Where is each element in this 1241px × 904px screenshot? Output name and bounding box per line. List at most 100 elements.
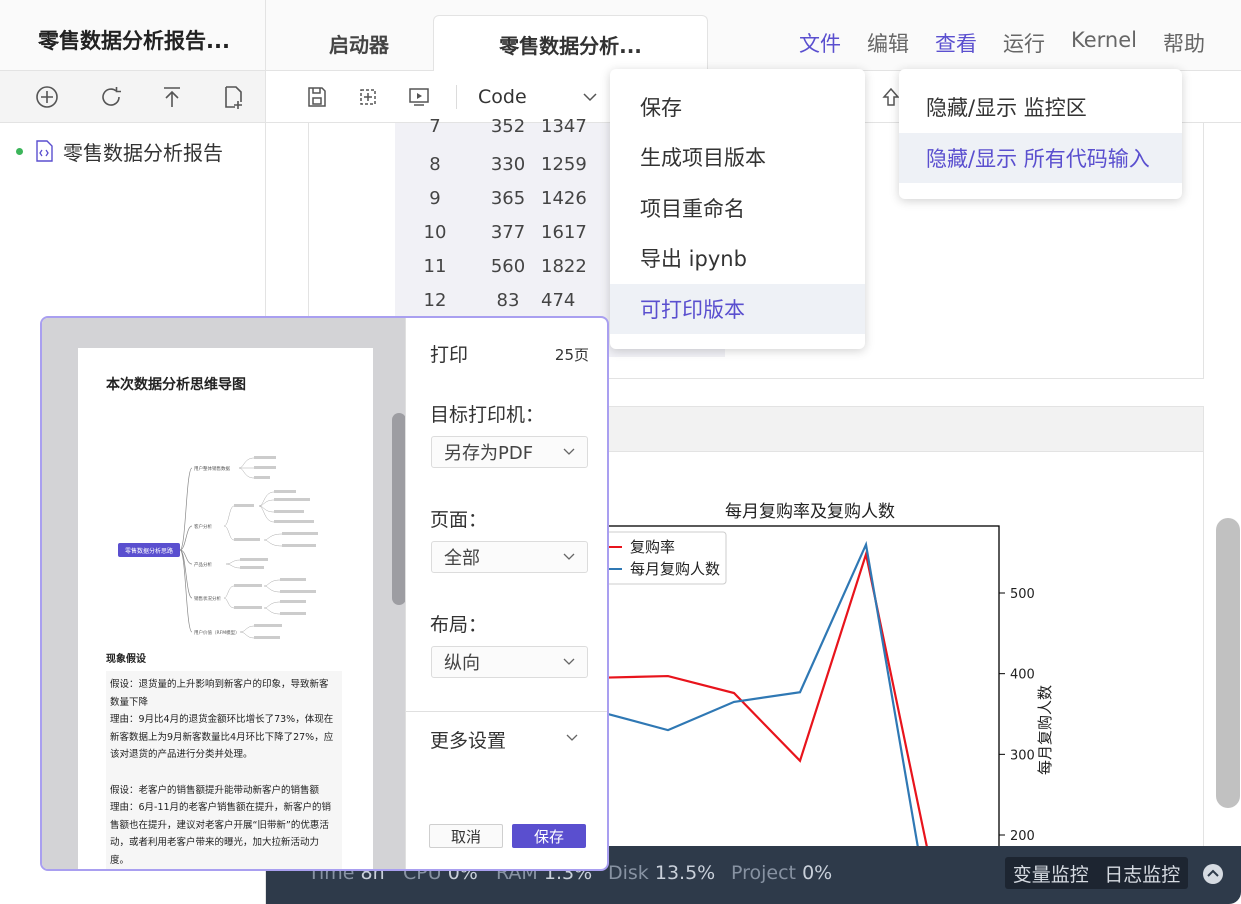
row-index: 11: [423, 256, 447, 277]
printer-value: 另存为PDF: [444, 443, 534, 464]
preview-paragraph: 假设：退货量的上升影响到新客户的印象，导致新客数量下降: [110, 679, 329, 708]
tab-bar: 启动器 零售数据分析... 文件 编辑 查看 运行 Kernel 帮助: [266, 0, 1241, 72]
notebook-file-icon: [36, 140, 53, 162]
save-button[interactable]: 保存: [512, 824, 586, 848]
y-tick-label: 500: [1010, 587, 1035, 602]
menu-view[interactable]: 查看: [935, 28, 977, 58]
upload-icon[interactable]: [158, 83, 186, 111]
print-dialog: 本次数据分析思维导图 零售数据分析思路 用户整体销售数据 客户分析 产品分析 销…: [40, 316, 609, 871]
variable-monitor-button[interactable]: 变量监控: [1013, 860, 1089, 887]
new-file-icon[interactable]: [219, 83, 247, 111]
cell-value: 352: [490, 116, 526, 137]
chevron-down-icon[interactable]: [566, 734, 578, 742]
mind-map: 零售数据分析思路 用户整体销售数据 客户分析 产品分析 销售状况分析 用户价值（…: [118, 456, 318, 639]
toolbar-separator: [456, 85, 457, 109]
menu-kernel[interactable]: Kernel: [1071, 28, 1137, 58]
cell-value: 1426: [541, 188, 587, 209]
cell-value: 1347: [541, 116, 587, 137]
view-menu: 隐藏/显示 监控区 隐藏/显示 所有代码输入: [899, 69, 1182, 199]
cell-value: 330: [490, 154, 526, 175]
printer-label: 目标打印机：: [430, 404, 545, 426]
disk-stat: Disk 13.5%: [608, 862, 716, 884]
table-row: 10 377 1617: [395, 222, 601, 256]
menu-item-printable[interactable]: 可打印版本: [610, 284, 865, 334]
menu-item-toggle-code[interactable]: 隐藏/显示 所有代码输入: [899, 133, 1182, 183]
cancel-button[interactable]: 取消: [429, 824, 503, 848]
preview-paragraph: 理由：6月-11月的老客户销售额在提升，新客户的销售额也在提升，建议对老客户开展…: [110, 802, 332, 866]
add-circle-icon[interactable]: [33, 83, 61, 111]
running-status-dot: [16, 147, 23, 155]
menu-item-save[interactable]: 保存: [610, 82, 865, 132]
save-icon[interactable]: [305, 85, 329, 109]
mind-map-branch: 用户价值（RFM模型）: [194, 629, 240, 636]
tab-launcher[interactable]: 启动器: [284, 15, 434, 72]
mind-map-branch: 客户分析: [194, 523, 212, 530]
y-tick-label: 400: [1010, 668, 1035, 683]
log-monitor-button[interactable]: 日志监控: [1104, 860, 1180, 887]
pages-select[interactable]: 全部: [431, 541, 588, 573]
row-index: 10: [423, 222, 447, 243]
print-preview: 本次数据分析思维导图 零售数据分析思路 用户整体销售数据 客户分析 产品分析 销…: [42, 318, 406, 869]
add-cell-icon[interactable]: [356, 85, 380, 109]
chevron-down-icon: [563, 658, 575, 665]
cell-value: 560: [490, 256, 526, 277]
printer-select[interactable]: 另存为PDF: [431, 436, 588, 468]
menu-file[interactable]: 文件: [799, 28, 841, 58]
chart-title: 每月复购率及复购人数: [725, 502, 895, 522]
y-tick-label: 300: [1010, 748, 1035, 763]
preview-title: 本次数据分析思维导图: [106, 377, 246, 393]
mind-map-branch: 产品分析: [194, 561, 212, 568]
file-tree-item[interactable]: 零售数据分析报告: [16, 137, 223, 165]
cell-type-value: Code: [478, 86, 527, 108]
menu-item-rename[interactable]: 项目重命名: [610, 183, 865, 233]
file-menu: 保存 生成项目版本 项目重命名 导出 ipynb 可打印版本: [610, 69, 865, 349]
pages-label: 页面：: [430, 509, 488, 531]
table-row: 11 560 1822: [395, 256, 601, 290]
settings-divider: [406, 711, 607, 712]
preview-paragraph: 假设：老客户的销售额提升能带动新客户的销售额: [110, 785, 320, 796]
y-axis-label: 每月复购人数: [1036, 685, 1054, 775]
print-title: 打印: [430, 344, 469, 366]
mind-map-branch: 销售状况分析: [194, 595, 221, 602]
menu-edit[interactable]: 编辑: [867, 28, 909, 58]
refresh-icon[interactable]: [97, 83, 125, 111]
file-name: 零售数据分析报告: [63, 140, 223, 165]
file-toolbar: [0, 71, 266, 123]
legend-label-count: 每月复购人数: [630, 560, 720, 578]
project-title: 零售数据分析报告...: [38, 29, 230, 53]
chevron-down-icon: [583, 93, 597, 102]
monitor-switch: 变量监控 日志监控: [1005, 857, 1188, 889]
cell-value: 1617: [541, 222, 587, 243]
run-cell-icon[interactable]: [407, 85, 431, 109]
layout-value: 纵向: [444, 653, 480, 674]
preview-section-title: 现象假设: [106, 654, 146, 665]
menu-item-toggle-monitor[interactable]: 隐藏/显示 监控区: [899, 82, 1182, 132]
project-stat: Project 0%: [731, 862, 833, 884]
menu-help[interactable]: 帮助: [1163, 28, 1205, 58]
layout-select[interactable]: 纵向: [431, 646, 588, 678]
mind-map-branch: 用户整体销售数据: [194, 465, 230, 472]
page-count: 25页: [554, 346, 589, 364]
notebook-scrollbar[interactable]: [1216, 518, 1240, 808]
collapse-icon[interactable]: [1202, 863, 1224, 885]
y-tick-label: 200: [1010, 829, 1035, 844]
menu-item-export[interactable]: 导出 ipynb: [610, 233, 865, 283]
row-index: 8: [429, 154, 441, 175]
table-row: 8 330 1259: [395, 154, 601, 188]
table-row: 7 352 1347: [395, 116, 601, 150]
menu-item-version[interactable]: 生成项目版本: [610, 132, 865, 182]
layout-label: 布局：: [430, 614, 488, 636]
cell-value: 365: [490, 188, 526, 209]
row-index: 7: [429, 116, 441, 137]
more-settings-toggle[interactable]: 更多设置: [430, 726, 506, 753]
preview-scrollbar[interactable]: [392, 413, 406, 605]
row-index: 9: [429, 188, 441, 209]
tab-notebook[interactable]: 零售数据分析...: [433, 15, 708, 72]
menu-run[interactable]: 运行: [1003, 28, 1045, 58]
cell-value: 377: [490, 222, 526, 243]
table-row: 9 365 1426: [395, 188, 601, 222]
mind-map-root-label: 零售数据分析思路: [125, 547, 173, 555]
print-settings: 打印 25页 目标打印机： 另存为PDF 页面： 全部 布局： 纵向 更多设置 …: [405, 318, 607, 869]
cell-type-select[interactable]: Code: [478, 83, 598, 111]
preview-page: 本次数据分析思维导图 零售数据分析思路 用户整体销售数据 客户分析 产品分析 销…: [78, 348, 373, 869]
